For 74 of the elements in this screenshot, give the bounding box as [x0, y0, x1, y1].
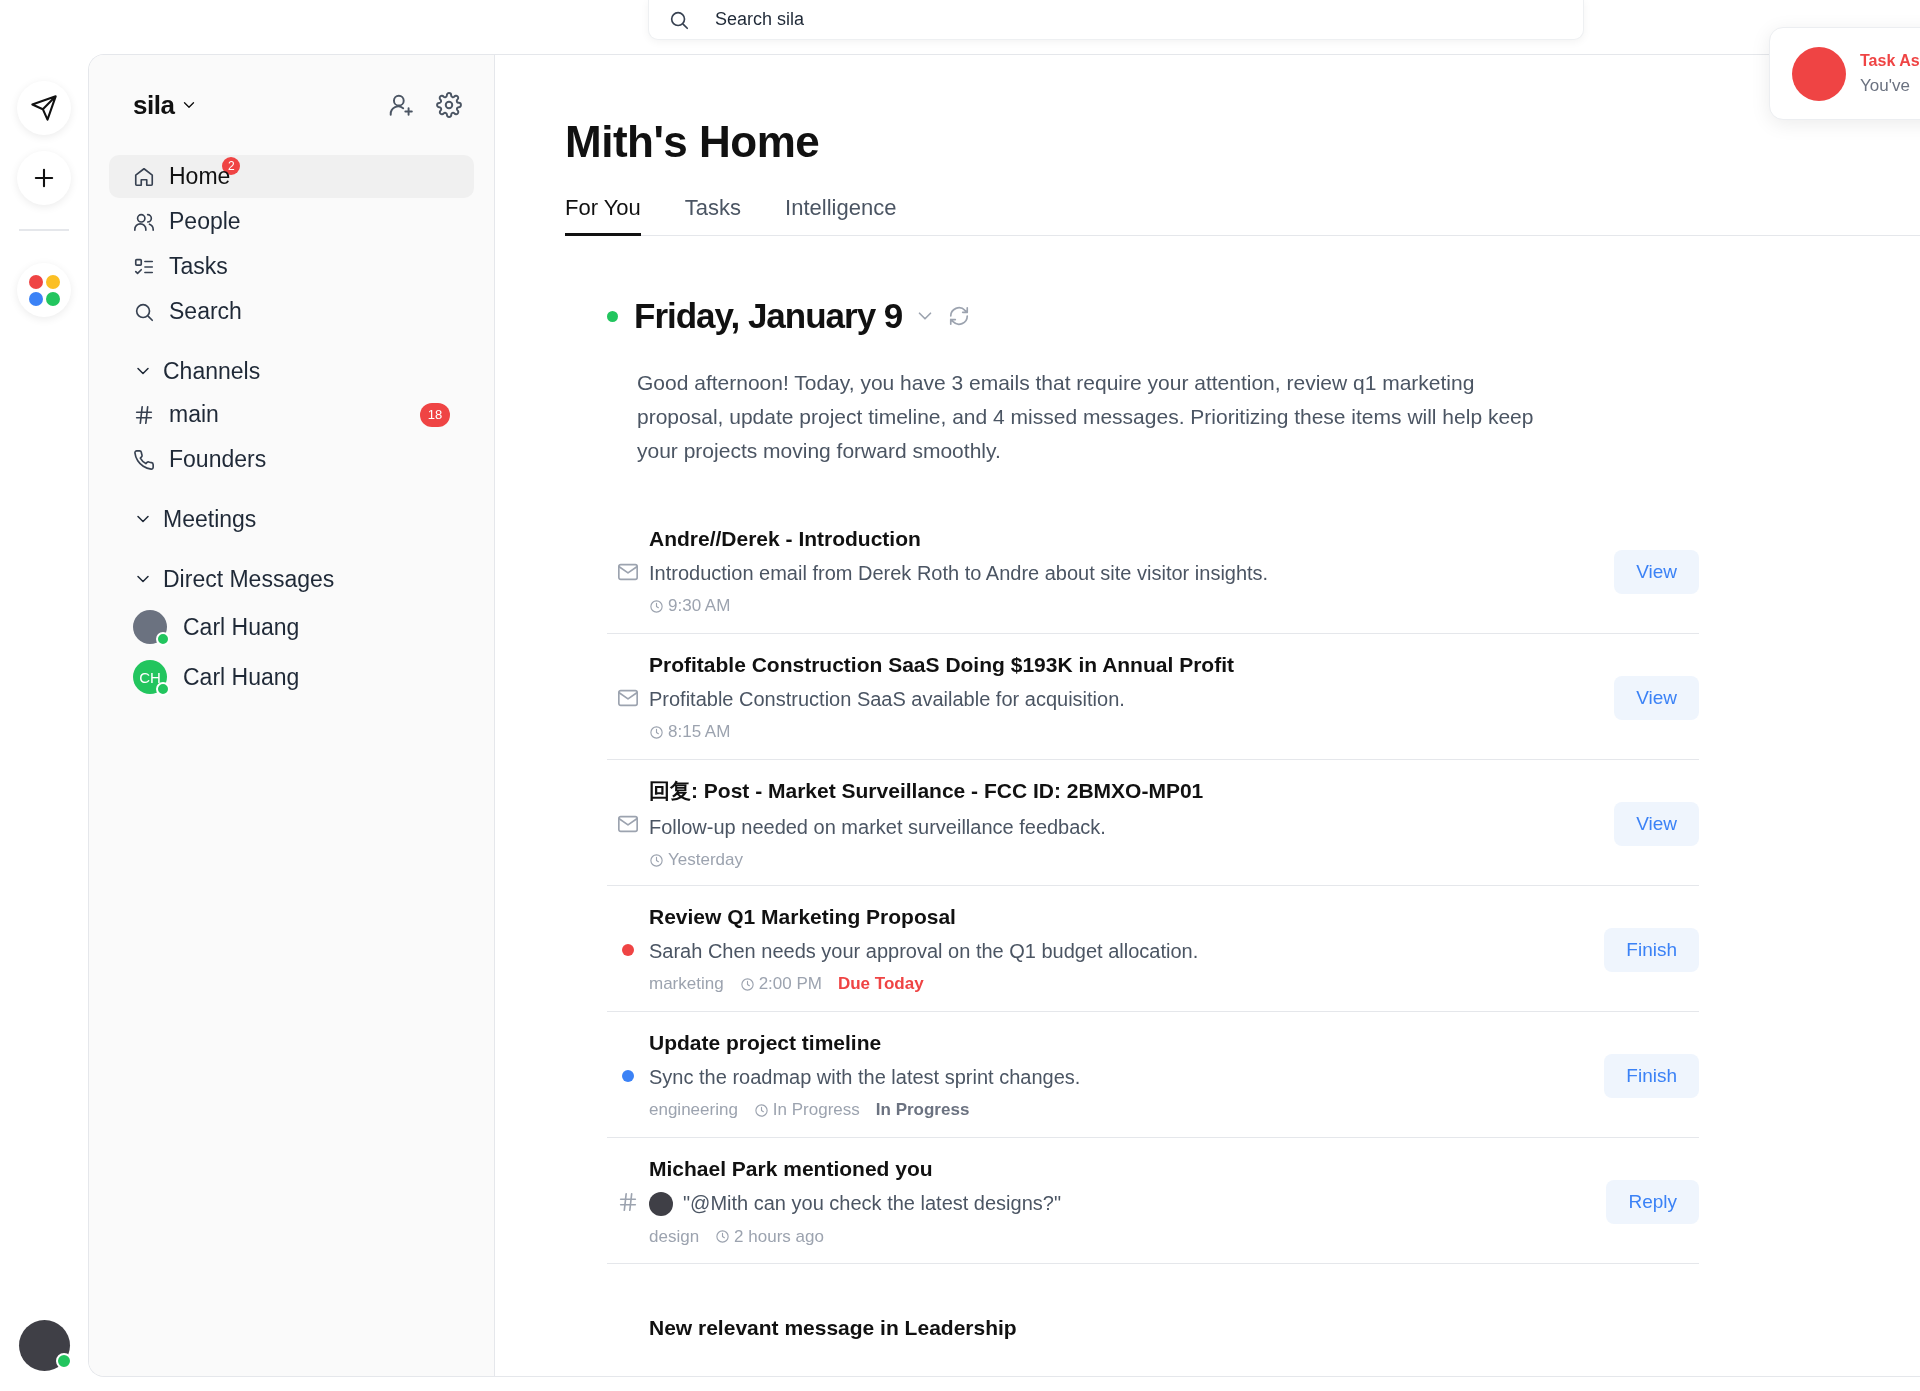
- item-description: "@Mith can you check the latest designs?": [683, 1192, 1062, 1215]
- item-time: 8:15 AM: [668, 722, 731, 742]
- nav-item[interactable]: People: [109, 200, 474, 243]
- item-description: Profitable Construction SaaS available for acquisition.: [649, 688, 1125, 711]
- nav-label: Search: [169, 298, 242, 325]
- nav-label: People: [169, 208, 241, 235]
- toast-title: Task As: [1860, 51, 1920, 70]
- status-dot: [607, 310, 618, 322]
- dm-item[interactable]: CH Carl Huang: [109, 653, 474, 701]
- item-time: 9:30 AM: [668, 596, 731, 616]
- item-title: New relevant message in Leadership: [649, 1315, 1018, 1340]
- online-dot: [55, 1353, 72, 1369]
- home-icon: [133, 165, 155, 188]
- tag-label: marketing: [649, 974, 724, 994]
- contact-name: Carl Huang: [183, 663, 300, 691]
- item-description: Sync the roadmap with the latest sprint changes.: [649, 1066, 1081, 1089]
- clock-icon: [753, 1102, 769, 1118]
- section-header[interactable]: Channels: [109, 349, 474, 393]
- status-label: Due Today: [837, 974, 924, 994]
- page-title: Mith's Home: [565, 117, 821, 167]
- item-description: Sarah Chen needs your approval on the Q1 budget allocation.: [649, 940, 1199, 963]
- date-heading: Friday, January 9: [634, 296, 903, 336]
- tag-label: engineering: [649, 1100, 738, 1120]
- item-description: Introduction email from Derek Roth to Andre about site visitor insights.: [649, 562, 1269, 585]
- tab[interactable]: For You: [565, 195, 641, 236]
- nav-item[interactable]: Search: [109, 290, 474, 333]
- hash-icon: [617, 1190, 639, 1213]
- section-header[interactable]: Meetings: [109, 497, 474, 541]
- item-time: 2 hours ago: [734, 1226, 824, 1247]
- item-time: Yesterday: [668, 850, 743, 870]
- search-field[interactable]: Search sila: [648, 0, 1584, 40]
- channel-item[interactable]: main 18: [109, 393, 474, 436]
- item-title: Review Q1 Marketing Proposal: [649, 905, 957, 929]
- avatar-initials: CH: [139, 668, 161, 686]
- item-time: In Progress: [772, 1100, 860, 1120]
- user-avatar: [649, 1191, 673, 1216]
- workspace-switcher[interactable]: sila: [133, 89, 199, 121]
- toast-message: You've: [1860, 75, 1911, 96]
- tag-label: design: [649, 1226, 700, 1247]
- item-title: 回复: Post - Market Surveillance - FCC ID: 2BMXO-MP01: [649, 778, 1205, 804]
- channel-name: main: [169, 401, 219, 428]
- nav-label: Tasks: [169, 253, 228, 280]
- summary-text: Good afternoon! Today, you have 3 emails that require your attention, review q1 marketing proposal, update project timeline, and 4 missed messages. Prioritizing these items will help keep your projects moving forward smoothly.: [637, 370, 1535, 464]
- count-badge: 18: [420, 402, 450, 427]
- settings-icon: [436, 92, 462, 118]
- status-label: In Progress: [875, 1100, 970, 1120]
- tab[interactable]: Tasks: [684, 195, 742, 236]
- item-title: Profitable Construction SaaS Doing $193K in Annual Profit: [649, 653, 1235, 677]
- send-icon: [30, 94, 58, 122]
- channel-item[interactable]: Founders: [109, 438, 474, 481]
- channel-name: Founders: [169, 446, 267, 473]
- clock-icon: [715, 1229, 731, 1244]
- clock-icon: [739, 976, 755, 992]
- item-title: Andre//Derek - Introduction: [649, 527, 922, 551]
- user-avatar[interactable]: [18, 1320, 70, 1371]
- item-title: Michael Park mentioned you: [649, 1156, 934, 1181]
- dm-item[interactable]: Carl Huang: [109, 603, 474, 651]
- section-header[interactable]: Direct Messages: [109, 557, 474, 601]
- four-dots-icon: [28, 274, 60, 306]
- status-circle: [1792, 46, 1846, 101]
- tab[interactable]: Intelligence: [785, 195, 897, 236]
- clock-icon: [649, 598, 664, 614]
- contact-name: Carl Huang: [183, 613, 300, 641]
- clock-icon: [649, 852, 664, 868]
- search-icon: [668, 9, 690, 31]
- refresh-icon: [948, 305, 971, 327]
- clock-icon: [649, 724, 664, 740]
- item-title: Update project timeline: [649, 1031, 883, 1055]
- hash-icon: [133, 403, 155, 426]
- user-plus-icon: [388, 92, 414, 118]
- phone-icon: [133, 448, 155, 471]
- item-time: 2:00 PM: [758, 974, 822, 994]
- item-description: Follow-up needed on market surveillance feedback.: [649, 816, 1106, 839]
- nav-item[interactable]: Tasks: [109, 245, 474, 288]
